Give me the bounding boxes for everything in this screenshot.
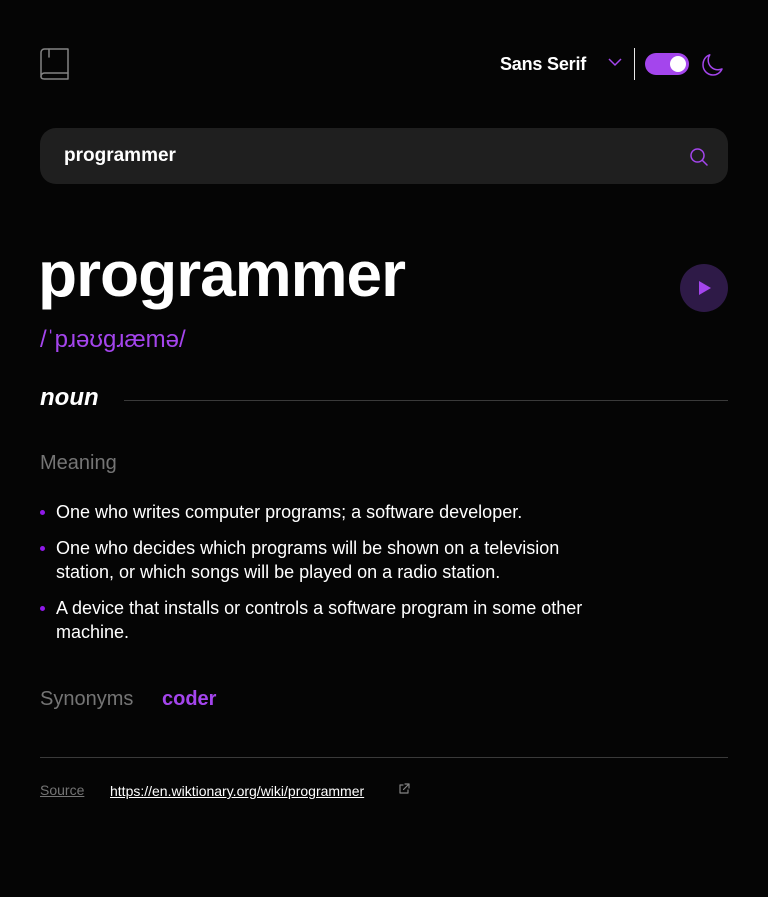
part-of-speech-divider: [124, 400, 728, 401]
synonym-link[interactable]: coder: [162, 687, 216, 711]
phonetic: /ˈpɹəʊɡɹæmə/: [40, 326, 186, 353]
source-label: Source: [40, 782, 85, 798]
meaning-label: Meaning: [40, 452, 117, 474]
play-icon: [699, 281, 711, 295]
header-divider: [634, 48, 635, 80]
moon-icon: [702, 54, 723, 76]
chevron-down-icon: [608, 58, 622, 67]
dictionary-page: Sans Serif programmer /ˈpɹəʊɡɹæmə/ noun …: [0, 0, 768, 897]
footer-divider: [40, 757, 728, 758]
word-title: programmer: [38, 238, 406, 310]
definition-item: One who writes computer programs; a soft…: [40, 500, 620, 524]
bullet-dot: [40, 546, 45, 551]
play-button[interactable]: [680, 264, 728, 312]
definition-text: A device that installs or controls a sof…: [56, 598, 583, 642]
definition-text: One who decides which programs will be s…: [56, 538, 560, 582]
search-input[interactable]: [64, 128, 664, 184]
external-link-icon[interactable]: [398, 783, 410, 795]
part-of-speech: noun: [40, 384, 99, 411]
font-selector[interactable]: Sans Serif: [500, 50, 622, 78]
definition-item: A device that installs or controls a sof…: [40, 596, 620, 644]
toggle-knob: [670, 56, 686, 72]
search-icon[interactable]: [690, 148, 708, 166]
definition-text: One who writes computer programs; a soft…: [56, 502, 523, 522]
bullet-dot: [40, 510, 45, 515]
definition-item: One who decides which programs will be s…: [40, 536, 620, 584]
bullet-dot: [40, 606, 45, 611]
font-selector-label: Sans Serif: [500, 53, 587, 74]
theme-toggle[interactable]: [645, 53, 689, 75]
source-link[interactable]: https://en.wiktionary.org/wiki/programme…: [110, 783, 364, 799]
synonyms-label: Synonyms: [40, 688, 134, 710]
search-bar: [40, 128, 728, 184]
book-icon[interactable]: [40, 48, 70, 80]
definition-list: One who writes computer programs; a soft…: [40, 500, 620, 656]
